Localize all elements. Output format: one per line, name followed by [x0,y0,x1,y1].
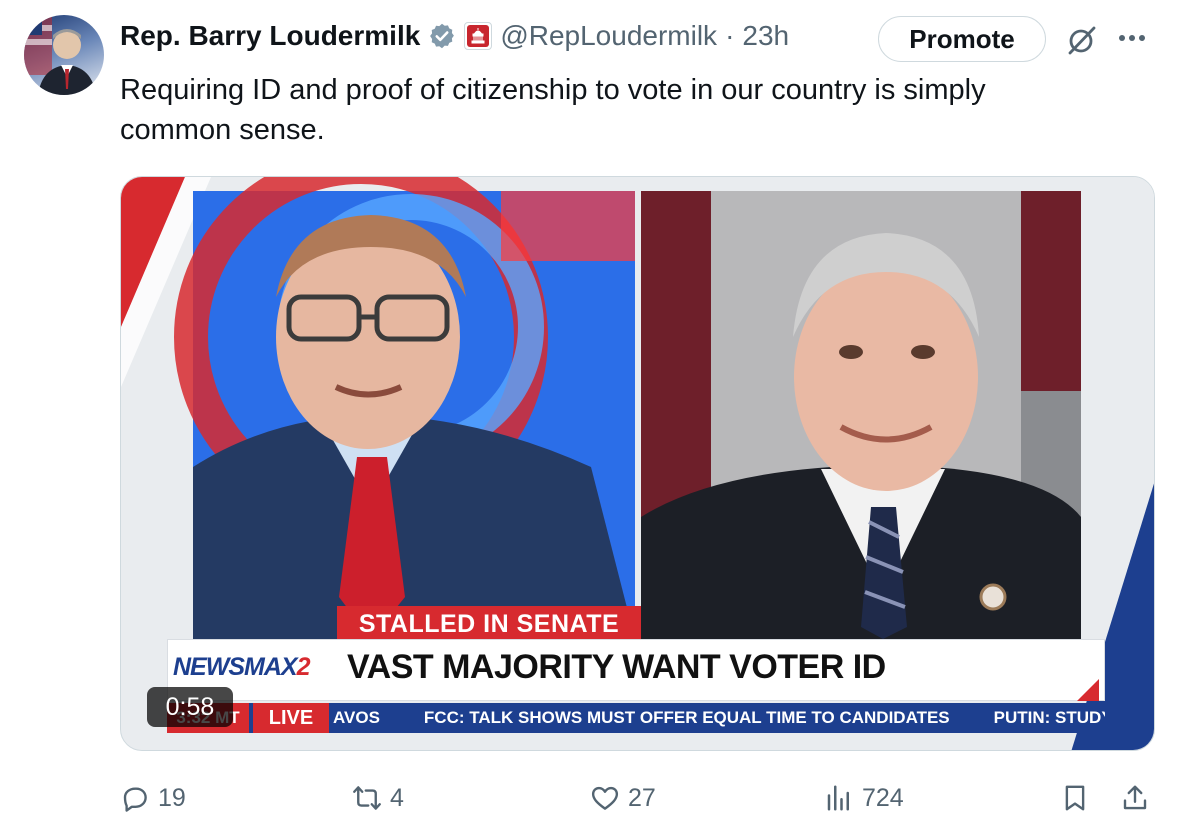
repost-icon [353,786,381,810]
views-count: 724 [862,783,904,812]
heart-icon [591,786,619,810]
tweet-header: Rep. Barry Loudermilk @RepLoudermilk · 2… [120,14,789,58]
like-button[interactable]: 27 [590,778,656,818]
tweet-timestamp[interactable]: 23h [742,20,789,52]
network-logo: NEWSMAX2 [173,653,310,681]
repost-button[interactable]: 4 [352,778,404,818]
tweet-actions: 19 4 27 724 [120,778,1160,818]
views-icon [827,785,849,811]
author-name[interactable]: Rep. Barry Loudermilk [120,20,420,52]
chyron-accent [1077,679,1099,701]
ticker-item: AVOS [333,708,380,727]
ticker-item: PUTIN: STUDYINC [993,708,1105,727]
news-ticker: 3:32 MT LIVE AVOS FCC: TALK SHOWS MUST O… [167,703,1105,733]
ticker-item: FCC: TALK SHOWS MUST OFFER EQUAL TIME TO… [423,708,950,727]
video-duration: 0:58 [147,687,233,727]
like-count: 27 [628,783,656,812]
more-icon[interactable] [1112,20,1152,56]
bookmark-button[interactable] [1060,778,1090,818]
video-player[interactable]: STALLED IN SENATE NEWSMAX2 VAST MAJORITY… [120,176,1155,751]
header-separator: · [725,20,735,51]
author-handle[interactable]: @RepLoudermilk [500,20,717,52]
author-avatar[interactable] [24,15,104,95]
verified-badge-icon[interactable] [428,22,456,50]
bookmark-icon [1065,785,1085,811]
chyron-headline: VAST MAJORITY WANT VOTER ID [347,648,886,686]
ticker-items: AVOS FCC: TALK SHOWS MUST OFFER EQUAL TI… [333,708,1105,728]
repost-count: 4 [390,783,404,812]
share-icon [1123,785,1147,810]
reply-icon [123,787,147,812]
avatar-photo [24,15,96,95]
promote-button[interactable]: Promote [878,16,1046,62]
ticker-live: LIVE [253,703,329,733]
share-button[interactable] [1120,778,1150,818]
grok-icon[interactable] [1064,22,1100,58]
reply-button[interactable]: 19 [120,778,186,818]
capitol-affiliation-icon[interactable] [464,22,493,50]
reply-count: 19 [158,783,186,812]
views-button[interactable]: 724 [824,778,904,818]
tweet-text: Requiring ID and proof of citizenship to… [120,74,986,146]
chyron-tag: STALLED IN SENATE [337,606,641,642]
